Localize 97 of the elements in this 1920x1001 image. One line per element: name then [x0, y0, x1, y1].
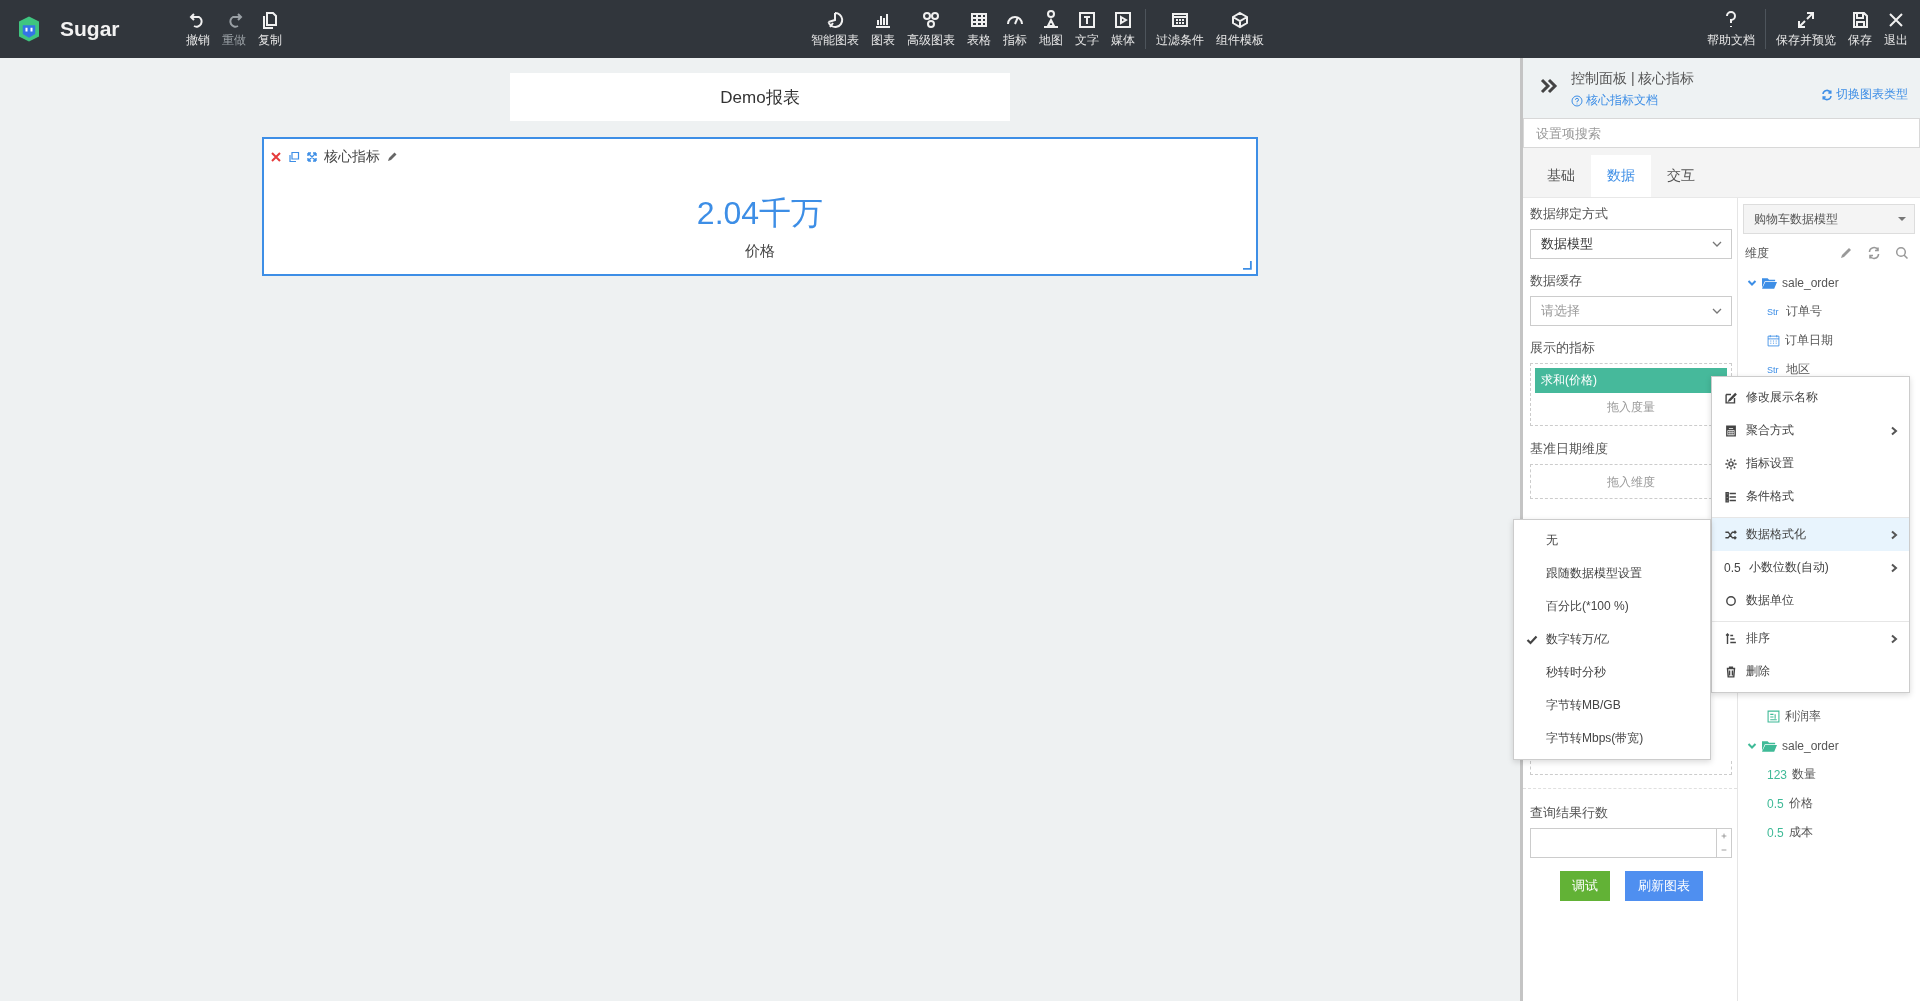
metric-value: 2.04千万 — [696, 194, 824, 233]
tree-item[interactable]: 成本 — [1788, 824, 1813, 841]
toolbar-button[interactable]: 帮助文档 — [1701, 5, 1761, 53]
menu-item[interactable]: 数字转万/亿 — [1514, 623, 1710, 656]
expand-icon[interactable] — [306, 151, 318, 163]
menu-item[interactable]: 数据格式化 — [1712, 517, 1909, 551]
menu-item[interactable]: 跟随数据模型设置 — [1514, 557, 1710, 590]
toolbar-button[interactable]: 智能图表 — [805, 5, 865, 53]
panel-title: 控制面板 | 核心指标 — [1571, 70, 1695, 88]
tree-item[interactable]: sale_order — [1782, 738, 1839, 753]
cube-icon — [1230, 9, 1250, 30]
report-title: Demo报表 — [510, 73, 1010, 121]
calculator-icon — [1724, 423, 1738, 438]
tree-item[interactable]: 数量 — [1792, 766, 1817, 783]
save-icon — [1850, 9, 1870, 30]
metric-caption: 价格 — [745, 242, 775, 261]
close-icon[interactable] — [270, 151, 282, 163]
refresh-icon[interactable] — [1867, 246, 1881, 260]
plus-icon[interactable] — [1720, 832, 1728, 840]
toolbar-button[interactable]: 复制 — [252, 5, 288, 53]
tree-item[interactable]: 地区 — [1786, 361, 1810, 378]
section-label: 维度 — [1744, 244, 1769, 262]
gear-icon — [1724, 456, 1738, 471]
toolbar-button[interactable]: 组件模板 — [1210, 5, 1270, 53]
row-limit-field[interactable] — [1530, 828, 1732, 858]
menu-item[interactable]: 字节转MB/GB — [1514, 689, 1710, 722]
help-circle-icon — [1571, 94, 1583, 107]
toolbar-button[interactable]: 文字 — [1069, 5, 1105, 53]
panel-tab[interactable]: 交互 — [1651, 155, 1711, 197]
data-model-select[interactable]: 购物车数据模型 — [1743, 204, 1915, 234]
menu-item[interactable]: 字节转Mbps(带宽) — [1514, 722, 1710, 755]
resize-handle[interactable] — [1243, 261, 1252, 270]
menu-item[interactable]: 百分比(*100 %) — [1514, 590, 1710, 623]
widget-title: 核心指标 — [324, 148, 380, 166]
chart-icon — [825, 9, 845, 30]
field-label: 基准日期维度 — [1530, 440, 1609, 458]
expand-icon — [1796, 9, 1816, 30]
menu-item[interactable]: 排序 — [1712, 621, 1909, 655]
menu-item[interactable]: 数据单位 — [1712, 584, 1909, 617]
edit-icon — [1724, 390, 1738, 405]
toolbar-button[interactable]: 退出 — [1878, 5, 1914, 53]
tree-item[interactable]: 价格 — [1788, 795, 1813, 812]
calculated-field-icon — [1767, 710, 1780, 723]
binding-select[interactable]: 数据模型 — [1530, 229, 1732, 259]
type-tag: 0.5 — [1767, 796, 1784, 811]
field-label: 数据缓存 — [1530, 272, 1583, 290]
person-pin-icon — [1041, 9, 1061, 30]
toolbar-button[interactable]: 高级图表 — [901, 5, 961, 53]
menu-item[interactable]: 0.5 小数位数(自动) — [1712, 551, 1909, 584]
tree-item[interactable]: 利润率 — [1785, 708, 1821, 725]
type-tag: 0.5 — [1767, 825, 1784, 840]
text-box-icon — [1077, 9, 1097, 30]
pencil-icon[interactable] — [1839, 246, 1853, 260]
minus-icon[interactable] — [1720, 846, 1728, 854]
toolbar-button[interactable]: 指标 — [997, 5, 1033, 53]
circles-icon — [921, 9, 941, 30]
tree-item[interactable]: sale_order — [1782, 275, 1839, 290]
toolbar-button[interactable]: 媒体 — [1105, 5, 1141, 53]
refresh-icon — [1821, 88, 1833, 101]
toolbar-button[interactable]: 图表 — [865, 5, 901, 53]
toolbar-button[interactable]: 保存 — [1842, 5, 1878, 53]
field-label: 展示的指标 — [1530, 339, 1596, 357]
panel-tab[interactable]: 基础 — [1531, 155, 1591, 197]
metric-card[interactable]: 核心指标 2.04千万 价格 — [262, 137, 1258, 276]
tree-item[interactable]: 订单号 — [1786, 303, 1822, 320]
sort-icon — [1724, 631, 1738, 646]
settings-search-field[interactable]: 设置项搜索 — [1523, 118, 1920, 148]
list-icon — [1724, 489, 1738, 504]
calendar-icon — [1767, 334, 1780, 347]
app-name: Sugar — [60, 17, 120, 41]
type-tag: Str — [1767, 364, 1781, 375]
chevron-right-icon — [1889, 529, 1899, 540]
toolbar-button[interactable]: 过滤条件 — [1150, 5, 1210, 53]
field-label: 查询结果行数 — [1530, 804, 1609, 822]
chevron-right-icon — [1889, 425, 1899, 436]
menu-item[interactable]: 无 — [1514, 524, 1710, 557]
trash-icon — [1724, 664, 1738, 679]
drop-zone[interactable] — [1530, 761, 1732, 775]
type-tag: 123 — [1767, 767, 1788, 782]
field-label: 数据绑定方式 — [1530, 205, 1609, 223]
play-box-icon — [1113, 9, 1133, 30]
pencil-icon[interactable] — [386, 151, 398, 163]
tree-item[interactable]: 订单日期 — [1785, 332, 1833, 349]
panel-tab[interactable]: 数据 — [1591, 155, 1651, 197]
chevron-right-icon — [1889, 633, 1899, 644]
menu-item[interactable]: 删除 — [1712, 655, 1909, 688]
toolbar-button[interactable]: 撤销 — [180, 5, 216, 53]
toolbar-button[interactable]: 表格 — [961, 5, 997, 53]
chevron-right-icon — [1889, 562, 1899, 573]
type-tag: Str — [1767, 306, 1781, 317]
toolbar-button[interactable]: 保存并预览 — [1770, 5, 1842, 53]
copy-icon[interactable] — [288, 151, 300, 163]
search-icon[interactable] — [1895, 246, 1909, 260]
menu-item[interactable]: 秒转时分秒 — [1514, 656, 1710, 689]
double-chevron-icon[interactable] — [1539, 76, 1559, 96]
toolbar-button[interactable]: 地图 — [1033, 5, 1069, 53]
copy-icon — [260, 9, 280, 30]
